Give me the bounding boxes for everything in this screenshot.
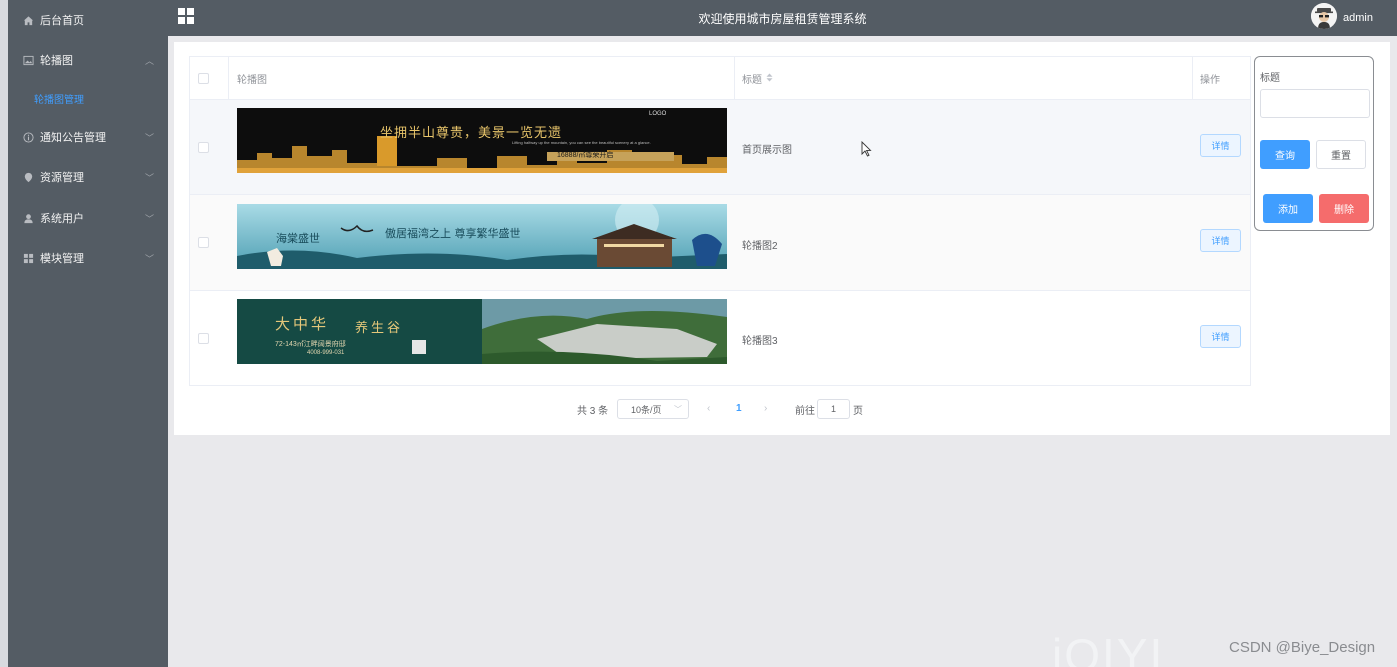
sidebar-item-modules[interactable]: 模块管理 ﹀ — [8, 238, 168, 278]
search-label: 标题 — [1260, 73, 1280, 84]
current-page[interactable]: 1 — [736, 403, 742, 414]
banner-logo: LOGO — [649, 111, 667, 117]
row-title: 轮播图3 — [742, 336, 778, 347]
delete-button[interactable]: 删除 — [1319, 194, 1369, 223]
banner-area: 72-143㎡江畔阔景府邸 — [275, 341, 346, 348]
column-header-title[interactable]: 标题 — [742, 57, 773, 100]
info-icon — [22, 131, 34, 143]
search-panel: 标题 查询 重置 添加 删除 — [1254, 56, 1374, 231]
sidebar-item-label: 系统用户 — [40, 213, 84, 225]
banner-image: 海棠盛世 傲居福湾之上 尊享繁华盛世 — [237, 204, 727, 269]
goto-suffix: 页 — [853, 405, 863, 417]
banner-phone: 4008-999-031 — [307, 350, 345, 356]
sidebar-item-home[interactable]: 后台首页 — [8, 0, 168, 40]
sidebar-item-label: 通知公告管理 — [40, 132, 106, 144]
banner-image: 坐拥半山尊贵，美景一览无遗 LOGO Lifting halfway up th… — [237, 108, 727, 173]
title-search-input[interactable] — [1260, 89, 1370, 118]
column-header-action: 操作 — [1200, 75, 1220, 86]
banner-subheadline: 养生谷 — [355, 321, 404, 336]
chevron-down-icon: ﹀ — [144, 254, 154, 264]
username[interactable]: admin — [1343, 12, 1373, 24]
goto-page-input[interactable]: 1 — [817, 399, 850, 419]
home-icon — [22, 14, 34, 26]
column-header-label: 标题 — [742, 75, 762, 86]
goto-prefix: 前往 — [795, 405, 815, 417]
banner-price: 16888/㎡尊荣开启 — [557, 152, 614, 159]
select-all-checkbox[interactable] — [198, 73, 209, 84]
sidebar-item-label: 模块管理 — [40, 253, 84, 265]
sidebar-item-label: 资源管理 — [40, 172, 84, 184]
pagination-total: 共 3 条 — [577, 405, 609, 417]
detail-button[interactable]: 详情 — [1200, 134, 1241, 157]
csdn-watermark: CSDN @Biye_Design — [1229, 639, 1376, 656]
detail-button[interactable]: 详情 — [1200, 229, 1241, 252]
row-title: 首页展示图 — [742, 145, 792, 156]
data-table: 轮播图 标题 操作 坐拥半山尊贵，美景一览无遗 LOGO Lifting hal… — [189, 56, 1251, 386]
chevron-down-icon: ﹀ — [674, 404, 682, 414]
page-title: 欢迎使用城市房屋租赁管理系统 — [698, 12, 867, 26]
banner-headline: 海棠盛世 — [276, 232, 320, 245]
chevron-down-icon: ﹀ — [144, 214, 154, 224]
sort-icon[interactable] — [766, 73, 773, 84]
banner-subheadline: 傲居福湾之上 尊享繁华盛世 — [385, 227, 521, 240]
sidebar-item-users[interactable]: 系统用户 ﹀ — [8, 198, 168, 238]
sidebar-item-resource[interactable]: 资源管理 ﹀ — [8, 157, 168, 197]
avatar[interactable] — [1311, 3, 1337, 29]
mouse-cursor-icon — [861, 140, 872, 160]
page-size-select[interactable]: 10条/页 ﹀ — [617, 399, 689, 419]
chevron-up-icon: ︿ — [144, 56, 154, 66]
banner-headline: 坐拥半山尊贵，美景一览无遗 — [380, 126, 563, 141]
sidebar-item-notice[interactable]: 通知公告管理 ﹀ — [8, 117, 168, 157]
banner-subtext: Lifting halfway up the mountain, you can… — [512, 140, 651, 145]
chevron-down-icon: ﹀ — [144, 173, 154, 183]
prev-page-icon[interactable]: ‹ — [707, 403, 710, 414]
sidebar-item-label: 后台首页 — [40, 15, 84, 27]
next-page-icon[interactable]: › — [764, 403, 767, 414]
row-checkbox[interactable] — [198, 237, 209, 248]
row-checkbox[interactable] — [198, 333, 209, 344]
banner-image: 大中华 养生谷 72-143㎡江畔阔景府邸 4008-999-031 — [237, 299, 727, 364]
picture-icon — [22, 54, 34, 66]
page-size-value: 10条/页 — [631, 404, 662, 415]
sidebar: 后台首页 轮播图 ︿ 轮播图管理 通知公告管理 ﹀ 资源管理 ﹀ 系统用户 ﹀ — [8, 0, 168, 667]
sidebar-item-label: 轮播图 — [40, 55, 73, 67]
top-header: 欢迎使用城市房屋租赁管理系统 admin — [168, 0, 1397, 36]
table-header — [190, 57, 1250, 100]
iqiyi-watermark: iQIYI — [1052, 629, 1165, 667]
grid-icon — [22, 252, 34, 264]
query-button[interactable]: 查询 — [1260, 140, 1310, 169]
reset-button[interactable]: 重置 — [1316, 140, 1366, 169]
submenu-item-carousel-manage[interactable]: 轮播图管理 — [8, 80, 168, 116]
detail-button[interactable]: 详情 — [1200, 325, 1241, 348]
user-icon — [22, 212, 34, 224]
row-title: 轮播图2 — [742, 241, 778, 252]
submenu-item-label: 轮播图管理 — [34, 94, 84, 106]
column-header-image: 轮播图 — [237, 75, 267, 86]
chevron-down-icon: ﹀ — [144, 133, 154, 143]
window-edge — [0, 0, 8, 667]
location-icon — [22, 171, 34, 183]
add-button[interactable]: 添加 — [1263, 194, 1313, 223]
row-checkbox[interactable] — [198, 142, 209, 153]
sidebar-item-carousel[interactable]: 轮播图 ︿ — [8, 40, 168, 80]
banner-headline: 大中华 — [275, 315, 330, 333]
